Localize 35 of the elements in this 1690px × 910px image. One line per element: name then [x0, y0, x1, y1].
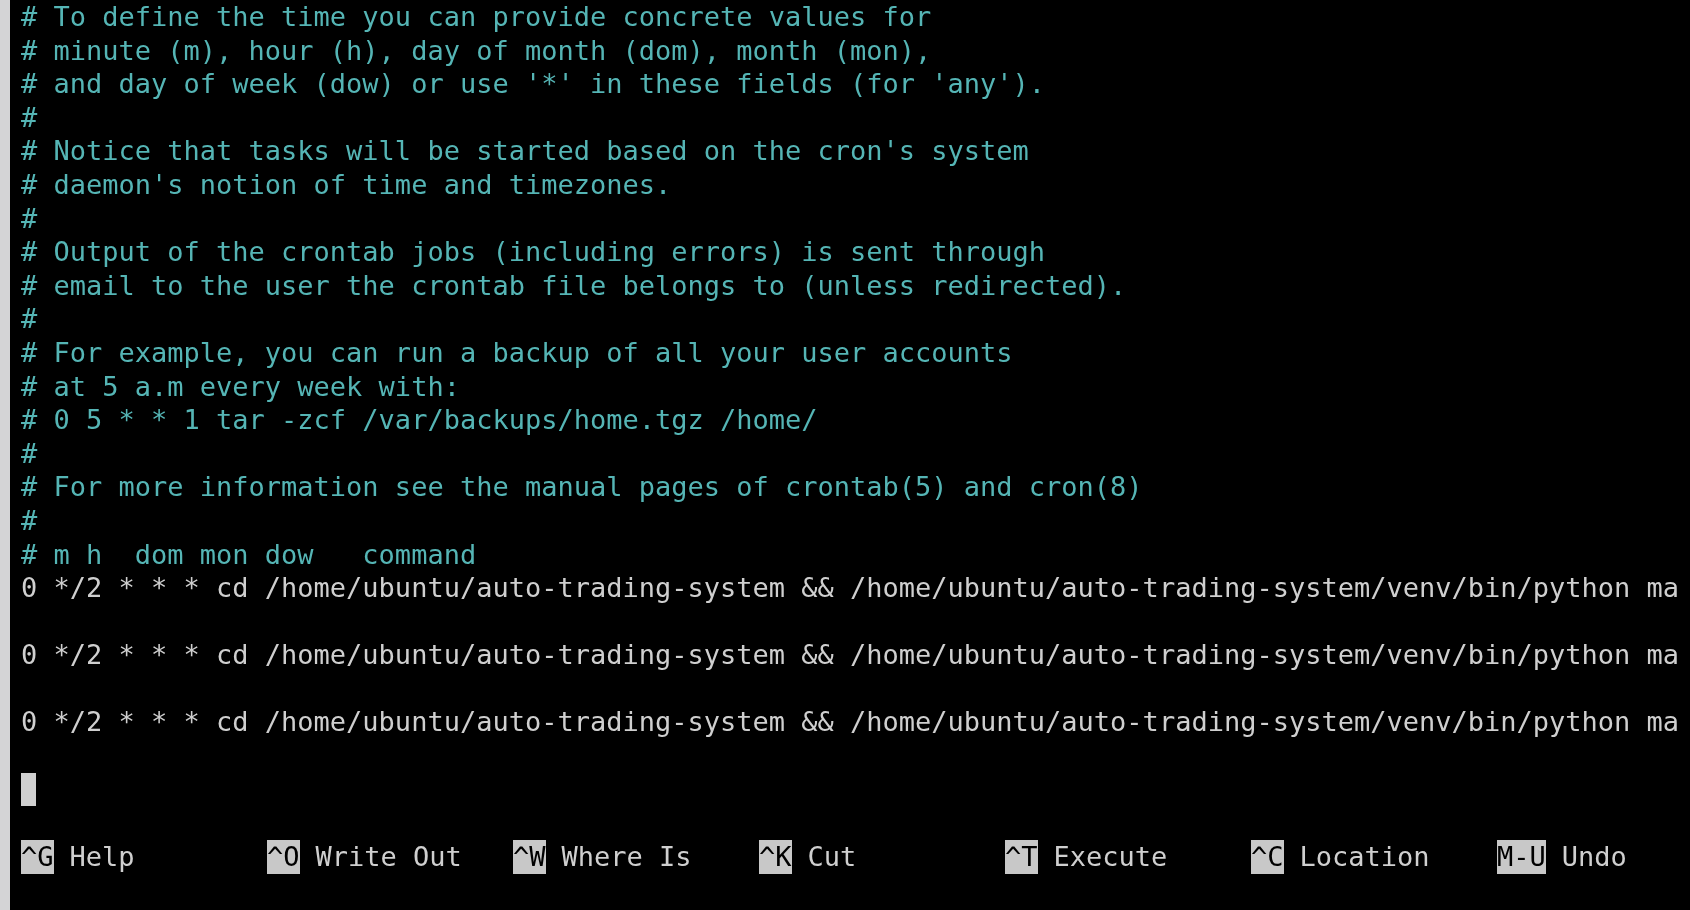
- comment-line: # at 5 a.m every week with:: [21, 370, 460, 402]
- text-cursor: [21, 772, 36, 806]
- shortcut-label: Undo: [1561, 839, 1627, 874]
- shortcut-label: Help: [69, 839, 135, 874]
- comment-line: #: [21, 202, 38, 234]
- comment-line: # 0 5 * * 1 tar -zcf /var/backups/home.tgz /home/: [21, 404, 818, 436]
- comment-line: # and day of week (dow) or use '*' in these fields (for 'any').: [21, 68, 1046, 100]
- shortcut-label: Location: [1299, 839, 1430, 874]
- comment-line: # To define the time you can provide concrete values for: [21, 1, 932, 32]
- shortcut-key: ^O: [267, 839, 300, 874]
- comment-line: # daemon's notion of time and timezones.: [21, 168, 672, 200]
- shortcut-key: ^G: [21, 839, 54, 874]
- shortcut-key: ^K: [759, 839, 792, 874]
- shortcut-label: Write Out: [315, 839, 462, 874]
- shortcut-label: Execute: [1053, 839, 1168, 874]
- cron-entry: 0 */2 * * * cd /home/ubuntu/auto-trading-system && /home/ubuntu/auto-trading-system/venv/bin/python ma: [21, 706, 1680, 738]
- comment-line: # m h dom mon dow command: [21, 538, 477, 570]
- shortcut-key: M-U: [1497, 839, 1546, 874]
- shortcut-key: ^W: [513, 839, 546, 874]
- comment-line: # For more information see the manual pages of crontab(5) and cron(8): [21, 471, 1143, 503]
- comment-line: #: [21, 101, 38, 133]
- cron-entry: 0 */2 * * * cd /home/ubuntu/auto-trading-system && /home/ubuntu/auto-trading-system/venv/bin/python ma: [21, 639, 1680, 671]
- comment-line: # minute (m), hour (h), day of month (dom), month (mon),: [21, 34, 932, 66]
- comment-line: # For example, you can run a backup of all your user accounts: [21, 336, 1013, 368]
- comment-line: # Output of the crontab jobs (including errors) is sent through: [21, 236, 1046, 268]
- comment-line: #: [21, 504, 38, 536]
- shortcut-label: Cut: [807, 839, 857, 874]
- shortcut-key: ^C: [1251, 839, 1284, 874]
- comment-line: # Notice that tasks will be started based on the cron's system: [21, 135, 1029, 167]
- comment-line: #: [21, 303, 38, 335]
- shortcut-label: Where Is: [561, 839, 692, 874]
- shortcut-key: ^T: [1005, 839, 1038, 874]
- comment-line: #: [21, 437, 38, 469]
- cron-entry: 0 */2 * * * cd /home/ubuntu/auto-trading-system && /home/ubuntu/auto-trading-system/venv/bin/python ma: [21, 572, 1680, 604]
- comment-line: # email to the user the crontab file belongs to (unless redirected).: [21, 269, 1127, 301]
